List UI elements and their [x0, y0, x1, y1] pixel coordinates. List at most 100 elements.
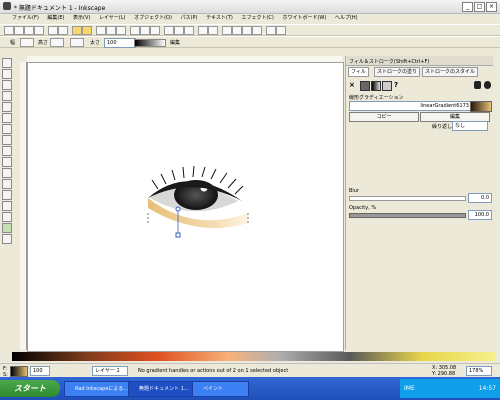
zoom-tool-icon[interactable]	[2, 91, 12, 101]
minimize-button[interactable]: _	[462, 2, 473, 12]
fill-rule-evenodd-icon[interactable]	[474, 81, 481, 89]
menu-layer[interactable]: レイヤー(L)	[99, 14, 126, 23]
fill-rule-nonzero-icon[interactable]	[484, 81, 491, 89]
undo-icon[interactable]	[72, 26, 82, 35]
opacity-label: Opacity, %	[349, 205, 377, 211]
fill-indicator-swatch[interactable]	[10, 366, 28, 377]
taskbar-item-paint[interactable]: ペイント	[192, 381, 249, 397]
blur-value-field[interactable]: 0.0	[468, 193, 492, 203]
3d-box-tool-icon[interactable]	[2, 113, 12, 123]
open-icon[interactable]	[14, 26, 24, 35]
gradient-preview-swatch	[134, 39, 166, 47]
taskbar-item-inkscape[interactable]: 無題ドキュメント 1...	[128, 381, 200, 397]
opacity-value-field[interactable]: 100.0	[468, 210, 492, 220]
linear-gradient-icon[interactable]	[20, 38, 34, 47]
tool-controls-bar: 幅 高さ 太さ 100 編集	[0, 36, 500, 48]
paste-icon[interactable]	[116, 26, 126, 35]
blur-slider[interactable]	[349, 196, 466, 201]
radial-gradient-icon[interactable]	[50, 38, 64, 47]
zoom-drawing-icon[interactable]	[140, 26, 150, 35]
clone-icon[interactable]	[174, 26, 184, 35]
zoom-page-icon[interactable]	[150, 26, 160, 35]
gradient-end-handle[interactable]	[175, 232, 181, 238]
gradient-start-handle[interactable]	[175, 206, 181, 212]
stroke-value-field[interactable]: 100	[104, 38, 136, 48]
eye-drawing[interactable]	[28, 63, 343, 351]
menu-text[interactable]: テキスト(T)	[206, 14, 233, 23]
fill-stroke-icon[interactable]	[222, 26, 232, 35]
taskbar-item-1[interactable]: Rad Inkscapeによる...	[64, 381, 136, 397]
preferences-icon[interactable]	[266, 26, 276, 35]
drawing-canvas[interactable]	[27, 62, 344, 352]
document-properties-icon[interactable]	[276, 26, 286, 35]
eraser-tool-icon[interactable]	[2, 212, 12, 222]
new-icon[interactable]	[4, 26, 14, 35]
zoom-field[interactable]: 178%	[466, 366, 492, 376]
group-icon[interactable]	[198, 26, 208, 35]
ime-indicator[interactable]: IME	[404, 379, 415, 398]
tab-stroke-paint[interactable]: ストロークの塗り	[374, 67, 421, 77]
unset-paint-icon[interactable]: ?	[394, 81, 398, 89]
save-icon[interactable]	[24, 26, 34, 35]
menu-edit[interactable]: 編集(E)	[47, 14, 64, 23]
menu-path[interactable]: パス(P)	[181, 14, 198, 23]
spray-tool-icon[interactable]	[2, 201, 12, 211]
flat-color-icon[interactable]	[360, 81, 370, 91]
panel-title: フィル＆ストローク(Shift+Ctrl+F)	[346, 56, 493, 66]
pencil-tool-icon[interactable]	[2, 157, 12, 167]
dropper-tool-icon[interactable]	[2, 234, 12, 244]
opacity-status-field[interactable]: 100	[30, 366, 50, 376]
print-icon[interactable]	[34, 26, 44, 35]
duplicate-gradient-button[interactable]: コピー	[349, 112, 419, 122]
ellipse-tool-icon[interactable]	[2, 124, 12, 134]
palette-swatches[interactable]	[12, 352, 495, 361]
import-icon[interactable]	[48, 26, 58, 35]
start-button[interactable]: スタート	[0, 380, 60, 397]
copy-icon[interactable]	[96, 26, 106, 35]
zoom-selection-icon[interactable]	[130, 26, 140, 35]
text-tool-icon[interactable]	[2, 190, 12, 200]
menu-object[interactable]: オブジェクト(O)	[134, 14, 172, 23]
menu-file[interactable]: ファイル(F)	[12, 14, 39, 23]
menu-view[interactable]: 表示(V)	[73, 14, 90, 23]
spiral-tool-icon[interactable]	[2, 146, 12, 156]
menu-effects[interactable]: エフェクト(C)	[241, 14, 273, 23]
gradient-select[interactable]: linearGradient6173	[349, 101, 472, 111]
export-icon[interactable]	[58, 26, 68, 35]
tab-stroke-style[interactable]: ストロークのスタイル	[422, 67, 479, 77]
selector-tool-icon[interactable]	[2, 58, 12, 68]
xml-editor-icon[interactable]	[242, 26, 252, 35]
align-icon[interactable]	[252, 26, 262, 35]
cut-icon[interactable]	[106, 26, 116, 35]
opacity-slider[interactable]	[349, 213, 466, 218]
maximize-button[interactable]: □	[474, 2, 485, 12]
star-tool-icon[interactable]	[2, 135, 12, 145]
text-font-icon[interactable]	[232, 26, 242, 35]
calligraphy-tool-icon[interactable]	[2, 179, 12, 189]
close-button[interactable]: ×	[486, 2, 497, 12]
node-tool-icon[interactable]	[2, 69, 12, 79]
clock: 14:57	[478, 385, 496, 392]
color-palette[interactable]	[12, 352, 495, 361]
gradient-target-icon[interactable]	[70, 38, 84, 47]
tweak-tool-icon[interactable]	[2, 80, 12, 90]
radial-gradient-fill-icon[interactable]	[382, 81, 392, 91]
tab-fill[interactable]: フィル	[348, 67, 369, 77]
unlink-clone-icon[interactable]	[184, 26, 194, 35]
duplicate-icon[interactable]	[164, 26, 174, 35]
redo-icon[interactable]	[82, 26, 92, 35]
no-paint-icon[interactable]: ×	[349, 81, 355, 89]
layer-select[interactable]: レイヤー 1	[92, 366, 128, 376]
toolbox	[0, 58, 12, 348]
ungroup-icon[interactable]	[208, 26, 218, 35]
window-title: * 無題ドキュメント 1 - Inkscape	[14, 5, 106, 12]
commands-toolbar	[0, 24, 500, 36]
menu-help[interactable]: ヘルプ(H)	[335, 14, 358, 23]
pen-tool-icon[interactable]	[2, 168, 12, 178]
fill-stroke-panel: フィル＆ストローク(Shift+Ctrl+F) フィル ストロークの塗り ストロ…	[345, 56, 493, 350]
linear-gradient-fill-icon[interactable]	[371, 81, 381, 91]
gradient-tool-icon[interactable]	[2, 223, 12, 233]
rectangle-tool-icon[interactable]	[2, 102, 12, 112]
repeat-select[interactable]: なし	[452, 121, 488, 131]
menu-whiteboard[interactable]: ホワイトボード(W)	[282, 14, 326, 23]
